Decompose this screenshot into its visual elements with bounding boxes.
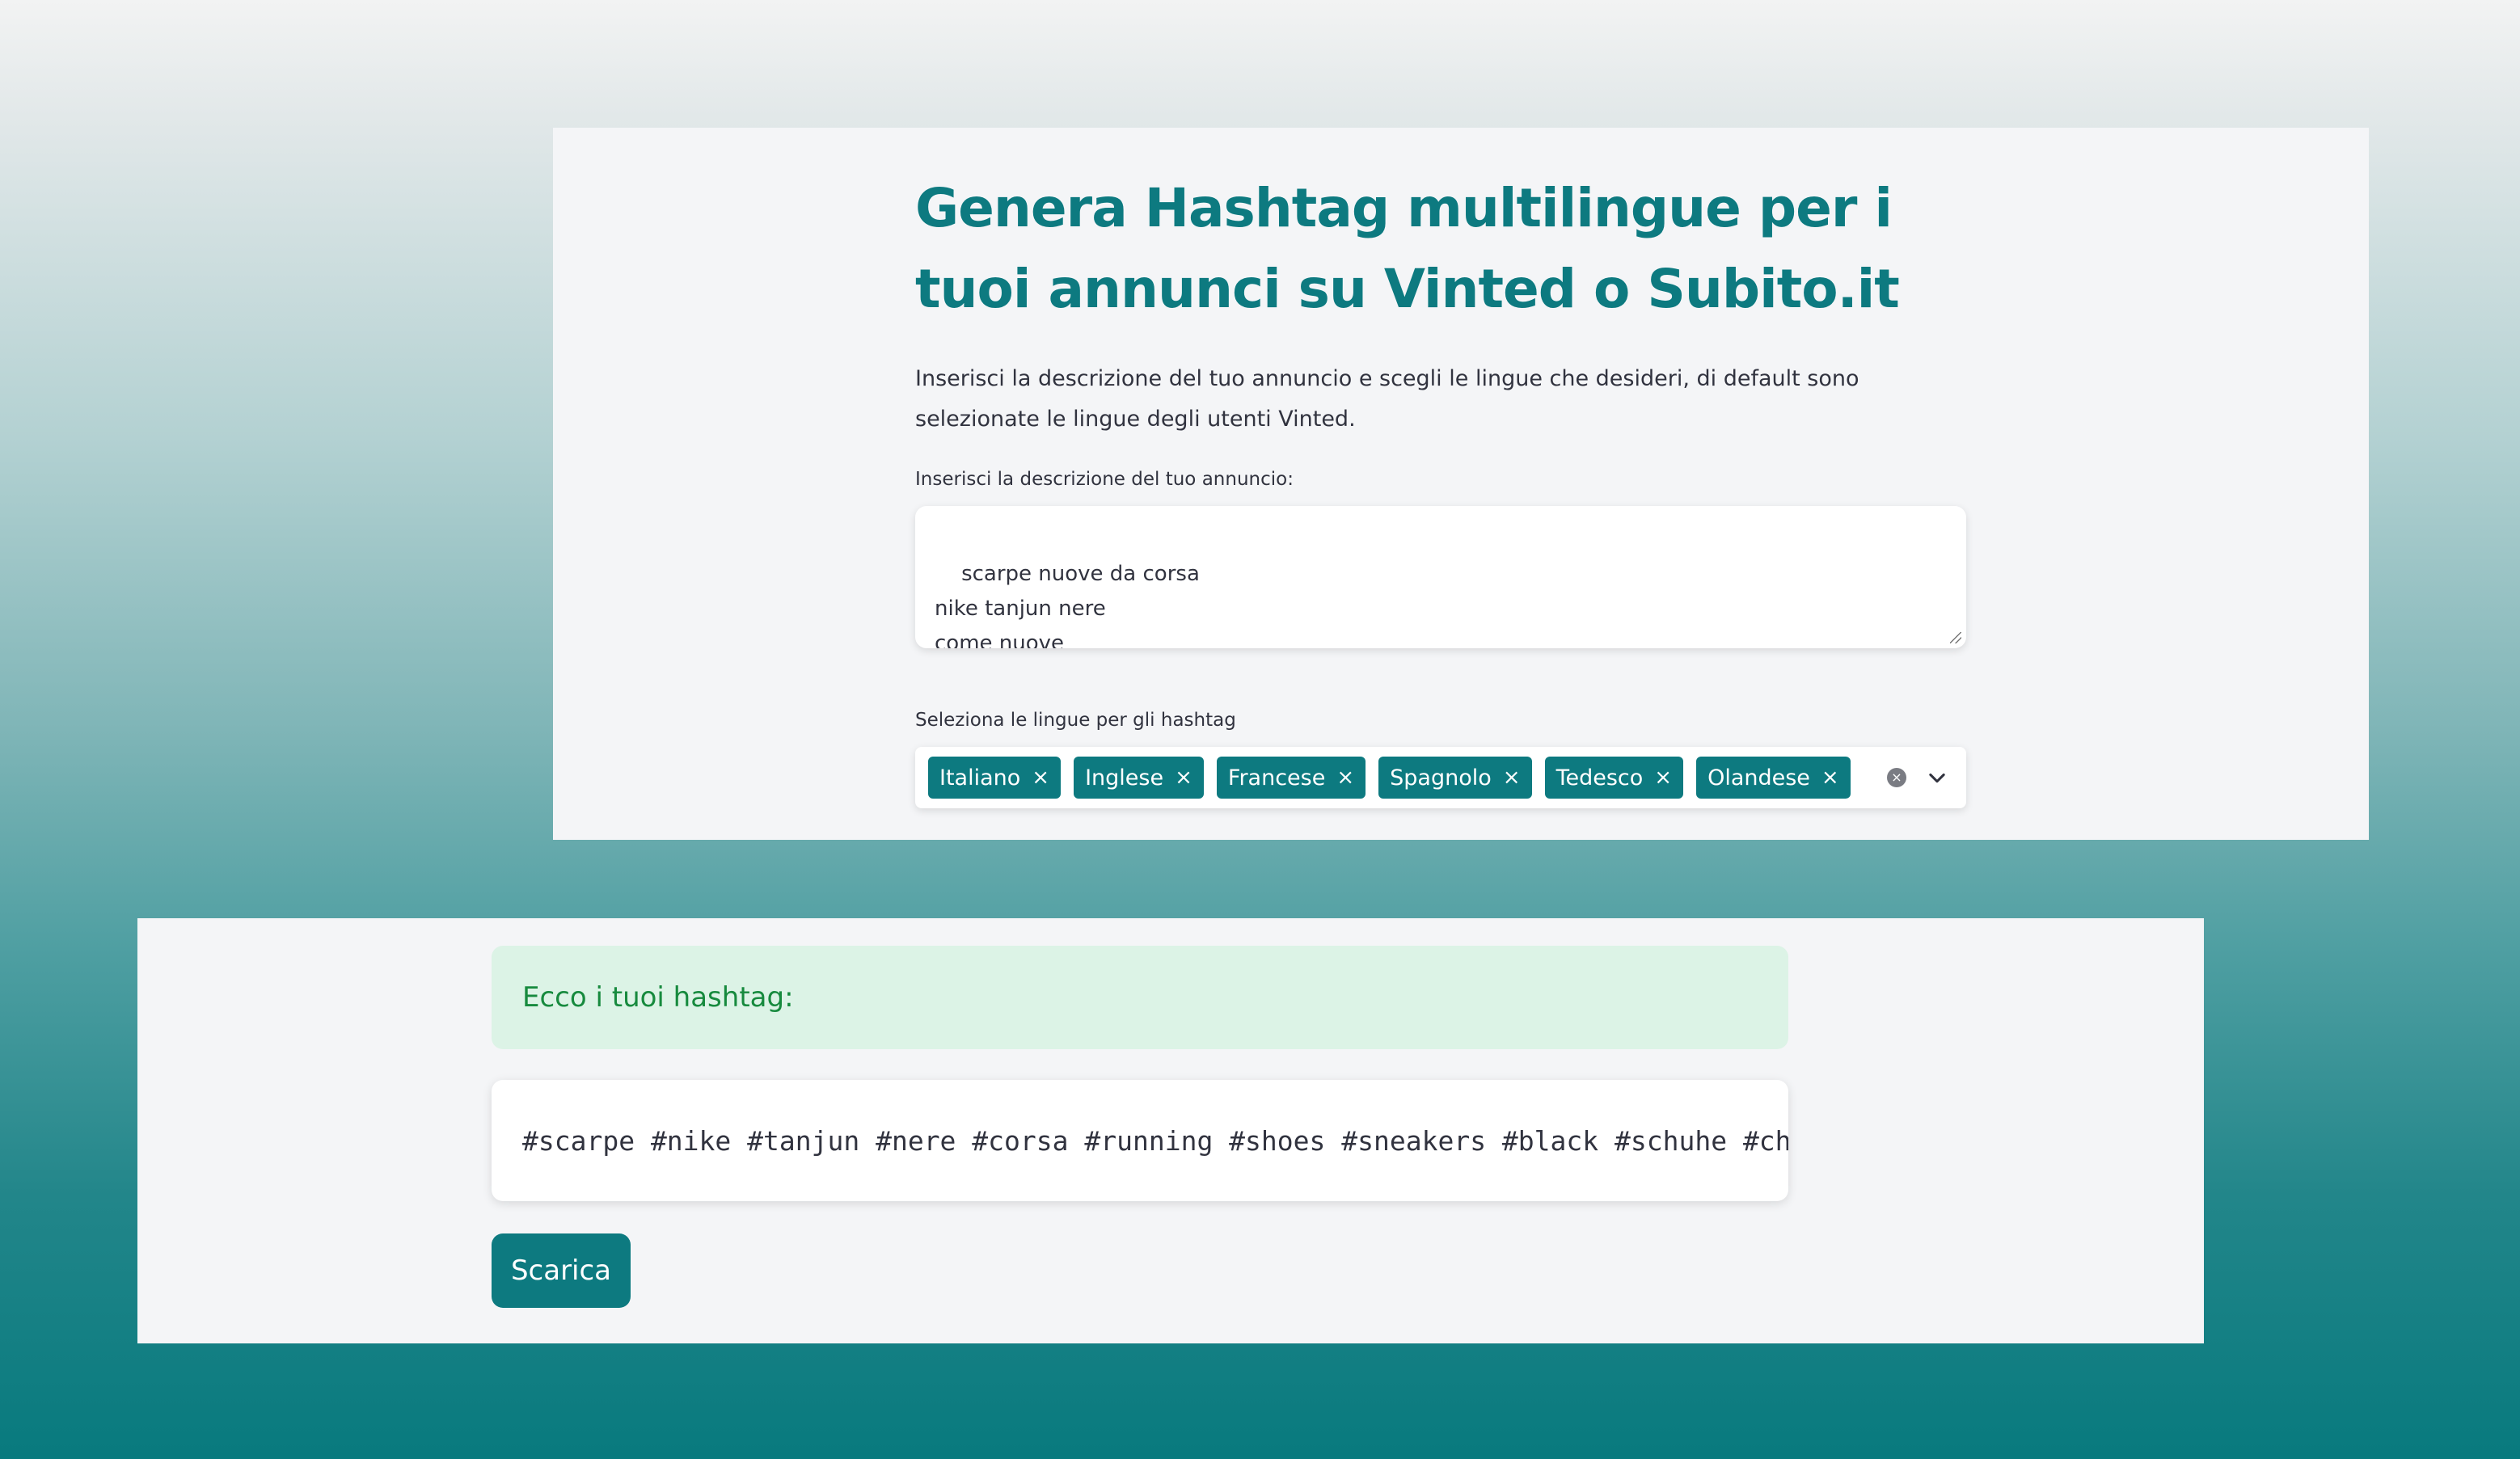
remove-tag-icon[interactable]: × [1821,767,1839,788]
tag-label: Inglese [1085,765,1164,791]
tag-label: Italiano [939,765,1021,791]
description-textarea[interactable]: scarpe nuove da corsa nike tanjun nere c… [915,506,1966,648]
tag-italiano: Italiano × [928,757,1062,799]
tag-label: Tedesco [1555,765,1644,791]
intro-text: Inserisci la descrizione del tuo annunci… [915,366,1859,432]
hashtag-text: #scarpe #nike #tanjun #nere #corsa #runn… [522,1124,1788,1157]
remove-tag-icon[interactable]: × [1175,767,1192,788]
download-button[interactable]: Scarica [492,1233,631,1308]
language-select-label: Seleziona le lingue per gli hashtag [915,710,1236,731]
tag-tedesco: Tedesco × [1544,757,1684,799]
tag-inglese: Inglese × [1074,757,1204,799]
description-label: Inserisci la descrizione del tuo annunci… [915,469,1294,490]
language-multiselect[interactable]: Italiano × Inglese × Francese × Spagnolo… [915,747,1966,808]
hashtag-code-block[interactable]: #scarpe #nike #tanjun #nere #corsa #runn… [492,1080,1788,1201]
description-value: scarpe nuove da corsa nike tanjun nere c… [935,562,1200,648]
chevron-down-icon[interactable] [1926,766,1948,789]
tag-label: Olandese [1707,765,1810,791]
multiselect-controls: × [1887,747,1948,808]
tag-spagnolo: Spagnolo × [1378,757,1532,799]
tag-francese: Francese × [1216,757,1366,799]
remove-tag-icon[interactable]: × [1654,767,1672,788]
clear-all-icon[interactable]: × [1887,768,1906,787]
remove-tag-icon[interactable]: × [1032,767,1049,788]
tag-label: Francese [1227,765,1326,791]
tag-label: Spagnolo [1390,765,1492,791]
page-title: Genera Hashtag multilingue per i tuoi an… [915,177,1900,320]
success-alert: Ecco i tuoi hashtag: [492,946,1788,1049]
result-panel: Ecco i tuoi hashtag: #scarpe #nike #tanj… [137,918,2204,1343]
input-panel: Genera Hashtag multilingue per i tuoi an… [553,128,2369,840]
success-message: Ecco i tuoi hashtag: [522,981,794,1014]
remove-tag-icon[interactable]: × [1503,767,1521,788]
remove-tag-icon[interactable]: × [1336,767,1354,788]
tag-olandese: Olandese × [1696,757,1851,799]
resize-handle-icon[interactable] [1950,632,1961,643]
